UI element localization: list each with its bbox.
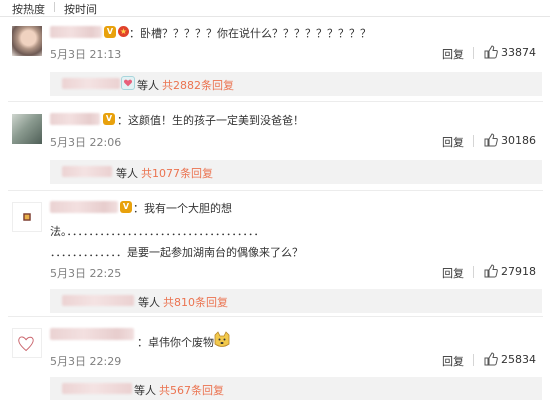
- reply-button[interactable]: 回复: [442, 134, 464, 150]
- reply-usernames-redacted[interactable]: [62, 166, 112, 177]
- tab-sort-by-time[interactable]: 按时间: [64, 1, 97, 17]
- reply-usernames-redacted[interactable]: [62, 383, 132, 394]
- comment-item: ：卓伟你个废物 5月3日 22:29 回复 25834 等人 共567条回复: [0, 317, 550, 400]
- reply-suffix: 等人: [138, 296, 160, 309]
- like-count: 25834: [501, 353, 536, 366]
- comment-time: 5月3日 22:25: [50, 267, 122, 280]
- reply-button[interactable]: 回复: [442, 46, 464, 62]
- sort-bar: 按热度 按时间: [0, 0, 550, 17]
- vip-crown-icon: V: [120, 201, 132, 213]
- avatar[interactable]: [12, 26, 42, 56]
- action-separator: [473, 135, 474, 147]
- sub-reply-summary: 等人 共1077条回复: [50, 160, 542, 184]
- avatar-logo-icon[interactable]: [12, 202, 42, 232]
- comment-item: V ：这颜值！生的孩子一定美到没爸爸！ 5月3日 22:06 回复 30186 …: [0, 102, 550, 190]
- avatar-heart-sketch-icon[interactable]: [12, 328, 42, 358]
- heart-emoji-icon: [121, 76, 135, 90]
- thumbs-up-icon[interactable]: [484, 45, 498, 59]
- view-replies-link[interactable]: 共1077条回复: [141, 165, 213, 181]
- comment-text: ：卧槽？？？？？你在说什么？？？？？？？？？: [129, 27, 371, 40]
- reply-button[interactable]: 回复: [442, 353, 464, 369]
- avatar[interactable]: [12, 114, 42, 144]
- action-separator: [473, 266, 474, 278]
- reply-suffix: 等人: [116, 167, 138, 180]
- tab-sort-by-hot[interactable]: 按热度: [12, 1, 45, 17]
- vip-crown-icon: V: [104, 26, 116, 38]
- view-replies-link[interactable]: 共567条回复: [159, 382, 224, 398]
- comment-text-line-2: 法。．．．．．．．．．．．．．．．．．．．．．．．．．．．．．．．．．．．: [50, 225, 265, 238]
- reply-usernames-redacted[interactable]: [62, 295, 134, 306]
- like-count: 33874: [501, 46, 536, 59]
- comment-text: ：这颜值！生的孩子一定美到没爸爸！: [117, 114, 304, 127]
- comment-list: 按热度 按时间 V ★ ：卧槽？？？？？你在说什么？？？？？？？？？ 5月3日 …: [0, 0, 550, 400]
- comment-item: V ：我有一个大胆的想 法。．．．．．．．．．．．．．．．．．．．．．．．．．．…: [0, 191, 550, 317]
- red-medal-icon: ★: [118, 26, 129, 37]
- thumbs-up-icon[interactable]: [484, 352, 498, 366]
- thumbs-up-icon[interactable]: [484, 133, 498, 147]
- vip-crown-icon: V: [103, 113, 115, 125]
- doge-emoji-icon: [214, 331, 230, 347]
- comment-time: 5月3日 22:06: [50, 136, 122, 149]
- view-replies-link[interactable]: 共2882条回复: [162, 77, 234, 93]
- sub-reply-summary: 等人 共567条回复: [50, 377, 542, 400]
- reply-suffix: 等人: [137, 79, 159, 92]
- sub-reply-summary: 等人 共810条回复: [50, 289, 542, 313]
- like-count: 27918: [501, 265, 536, 278]
- username-redacted[interactable]: [50, 113, 100, 125]
- comment-text: ：卓伟你个废物: [137, 336, 214, 349]
- view-replies-link[interactable]: 共810条回复: [163, 294, 228, 310]
- action-separator: [473, 354, 474, 366]
- comment-text-line-1: ：我有一个大胆的想: [133, 202, 232, 215]
- like-count: 30186: [501, 134, 536, 147]
- comment-item: V ★ ：卧槽？？？？？你在说什么？？？？？？？？？ 5月3日 21:13 回复…: [0, 16, 550, 108]
- sort-separator: [54, 2, 55, 12]
- reply-usernames-redacted[interactable]: [62, 78, 120, 89]
- reply-suffix: 等人: [134, 384, 156, 397]
- username-redacted[interactable]: [50, 201, 118, 213]
- reply-button[interactable]: 回复: [442, 265, 464, 281]
- sub-reply-summary: 等人 共2882条回复: [50, 72, 542, 96]
- action-separator: [473, 47, 474, 59]
- username-redacted[interactable]: [50, 328, 134, 340]
- thumbs-up-icon[interactable]: [484, 264, 498, 278]
- username-redacted[interactable]: [50, 26, 102, 38]
- comment-text-line-3: ．．．．．．．．．．．．．是要一起参加湖南台的偶像来了么？: [50, 246, 303, 259]
- comment-time: 5月3日 21:13: [50, 48, 122, 61]
- comment-time: 5月3日 22:29: [50, 355, 122, 368]
